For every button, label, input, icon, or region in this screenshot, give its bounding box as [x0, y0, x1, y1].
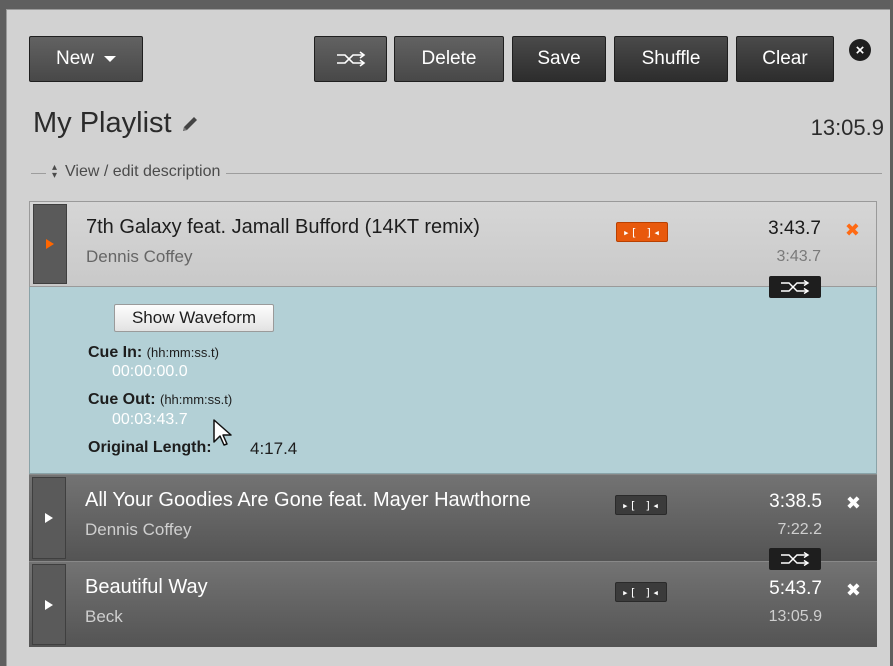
cue-out-label-text: Cue Out:: [88, 391, 156, 408]
remove-icon[interactable]: ✖: [846, 493, 861, 514]
save-button-label: Save: [537, 48, 581, 69]
track-details-panel: Show Waveform Cue In: (hh:mm:ss.t) 00:00…: [29, 287, 877, 474]
shuffle-icon: [336, 51, 365, 67]
original-length-value: 4:17.4: [250, 439, 298, 458]
description-toggle-label: View / edit description: [65, 163, 221, 180]
drag-handle[interactable]: [32, 477, 66, 559]
shuffle-icon-button[interactable]: [314, 36, 387, 82]
play-icon[interactable]: [45, 513, 53, 523]
track-length: 3:43.7: [768, 218, 821, 239]
cue-in-field[interactable]: 00:00:00.0: [112, 363, 188, 381]
drag-handle[interactable]: [32, 564, 66, 645]
playlist-title-row[interactable]: My Playlist: [33, 107, 200, 140]
track-artist: Dennis Coffey: [86, 247, 193, 266]
page-title: My Playlist: [33, 107, 172, 139]
cue-out-format: (hh:mm:ss.t): [160, 392, 233, 407]
save-button[interactable]: Save: [512, 36, 606, 82]
play-icon[interactable]: [45, 599, 53, 610]
caret-down-icon: [104, 56, 116, 62]
crossfade-glyph: [781, 552, 810, 566]
track-cumulative-time: 7:22.2: [777, 521, 822, 538]
show-waveform-button[interactable]: Show Waveform: [114, 304, 274, 332]
mouse-cursor-icon: [213, 419, 232, 446]
track-cumulative-time: 3:43.7: [776, 248, 821, 265]
track-title: 7th Galaxy feat. Jamall Bufford (14KT re…: [86, 216, 480, 238]
cue-icon[interactable]: ▸[ ]◂: [616, 222, 668, 242]
sort-arrows-icon: ▴ ▾: [52, 162, 58, 181]
delete-button[interactable]: Delete: [394, 36, 504, 82]
track-title: Beautiful Way: [85, 576, 208, 598]
track-length: 3:38.5: [769, 491, 822, 512]
cue-in-label: Cue In: (hh:mm:ss.t): [88, 344, 219, 362]
clear-button[interactable]: Clear: [736, 36, 834, 82]
drag-handle[interactable]: [33, 204, 67, 284]
close-glyph: ×: [855, 41, 865, 59]
cue-in-format: (hh:mm:ss.t): [146, 345, 219, 360]
track-artist: Dennis Coffey: [85, 520, 192, 539]
delete-button-label: Delete: [421, 48, 477, 69]
play-icon[interactable]: [46, 239, 54, 249]
playlist-total-length: 13:05.9: [810, 115, 884, 140]
track-row-1[interactable]: 7th Galaxy feat. Jamall Bufford (14KT re…: [29, 201, 877, 287]
crossfade-glyph: [781, 280, 810, 294]
crossfade-icon[interactable]: [769, 276, 821, 298]
new-button-label: New: [55, 48, 94, 69]
cue-out-label: Cue Out: (hh:mm:ss.t): [88, 391, 232, 409]
remove-icon[interactable]: ✖: [845, 220, 860, 241]
pencil-icon[interactable]: [180, 114, 200, 134]
original-length-label: Original Length:: [88, 439, 212, 456]
cue-icon[interactable]: ▸[ ]◂: [615, 495, 667, 515]
new-button[interactable]: New: [29, 36, 143, 82]
description-toggle[interactable]: ▴ ▾ View / edit description: [46, 162, 227, 181]
shuffle-button-label: Shuffle: [641, 48, 701, 69]
cue-icon[interactable]: ▸[ ]◂: [615, 582, 667, 602]
close-circle-icon[interactable]: ×: [849, 39, 871, 61]
track-artist: Beck: [85, 607, 123, 626]
crossfade-icon[interactable]: [769, 548, 821, 570]
shuffle-button[interactable]: Shuffle: [614, 36, 728, 82]
remove-icon[interactable]: ✖: [846, 580, 861, 601]
cue-in-label-text: Cue In:: [88, 344, 143, 361]
track-cumulative-time: 13:05.9: [768, 608, 822, 625]
clear-button-label: Clear: [762, 48, 808, 69]
track-length: 5:43.7: [769, 578, 822, 599]
track-row-3[interactable]: Beautiful Way Beck ▸[ ]◂ 5:43.7 13:05.9 …: [29, 561, 877, 647]
track-row-2[interactable]: All Your Goodies Are Gone feat. Mayer Ha…: [29, 474, 877, 561]
cue-out-field[interactable]: 00:03:43.7: [112, 411, 188, 429]
track-title: All Your Goodies Are Gone feat. Mayer Ha…: [85, 489, 531, 511]
